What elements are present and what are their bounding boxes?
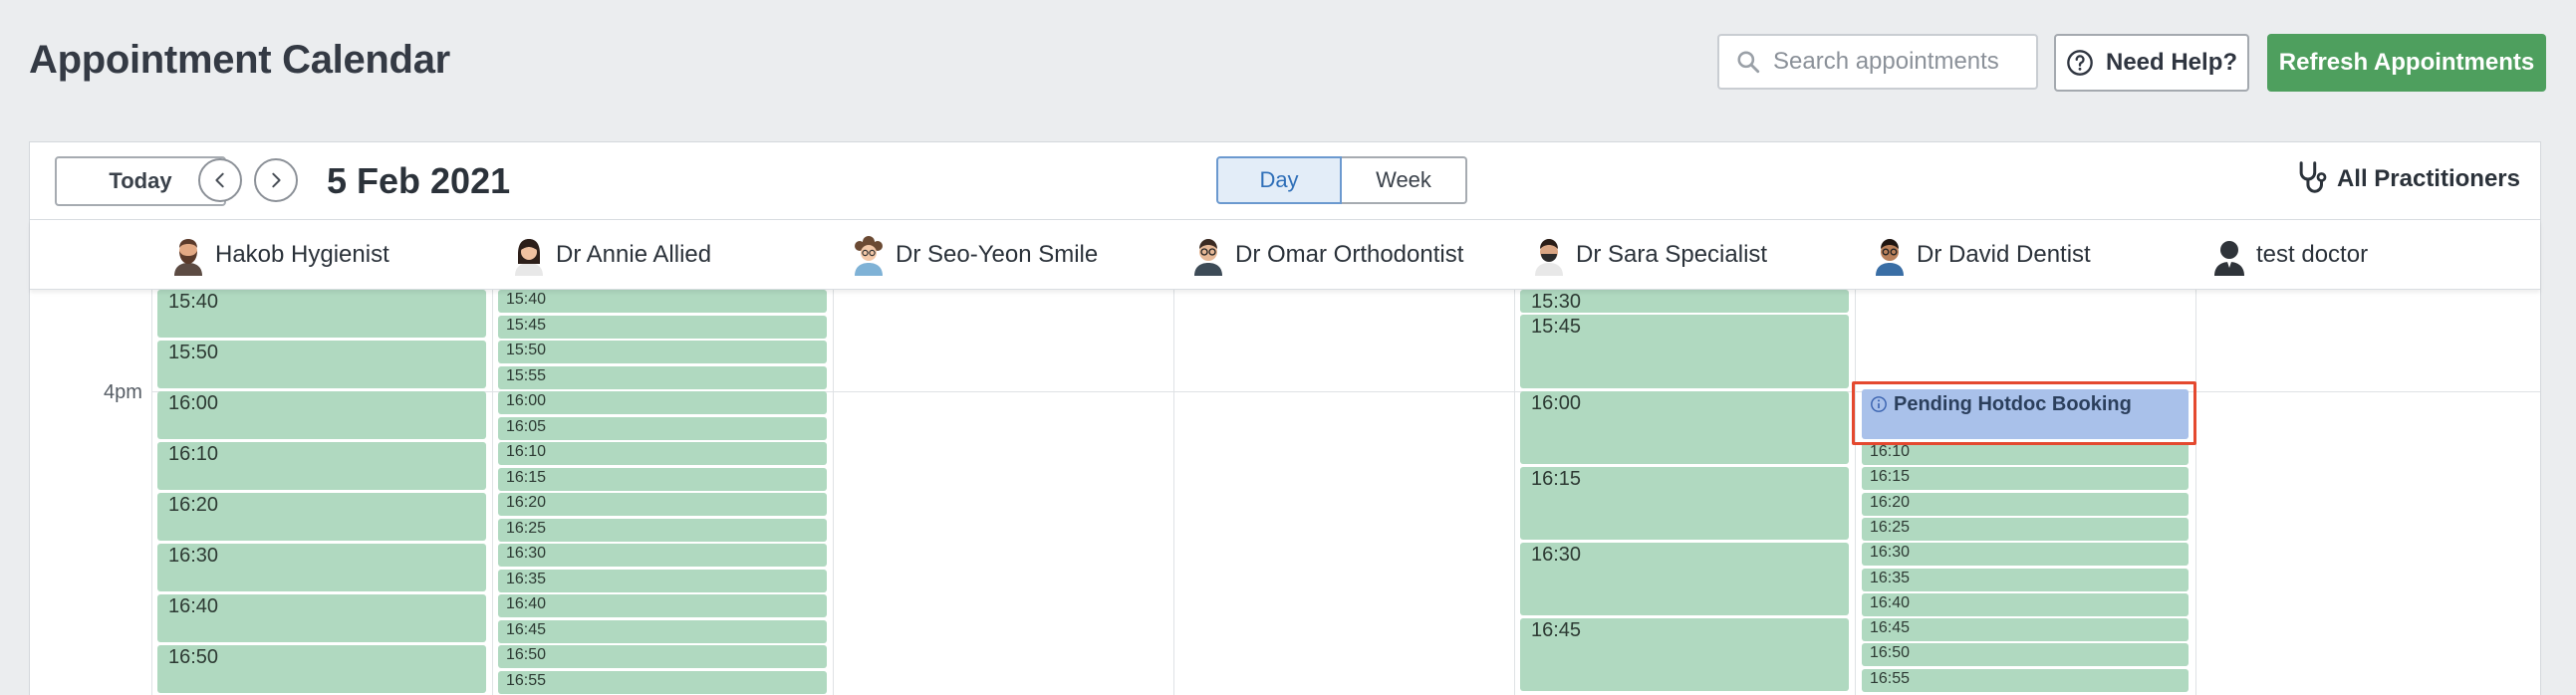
appointment-slot[interactable]: 15:50 [157, 341, 486, 388]
appointment-slot[interactable]: 16:30 [157, 544, 486, 591]
appointment-slot[interactable]: 16:05 [498, 416, 827, 440]
view-week-button[interactable]: Week [1342, 156, 1467, 204]
practitioner-name: Dr Seo-Yeon Smile [896, 241, 1099, 268]
practitioner-sara-specialist[interactable]: Dr Sara Specialist [1530, 220, 1767, 290]
appointment-slot[interactable]: 16:45 [1520, 618, 1849, 691]
appointment-slot[interactable]: 16:35 [498, 569, 827, 592]
avatar-woman-mask-icon [1535, 239, 1563, 276]
appointment-slot[interactable]: 15:45 [1520, 315, 1849, 388]
question-circle-icon [2067, 50, 2093, 76]
practitioner-david-dentist[interactable]: Dr David Dentist [1871, 220, 2091, 290]
avatar-bearded-man-icon [174, 239, 202, 276]
column-divider [1173, 290, 1174, 695]
avatar-placeholder-icon [2214, 241, 2244, 276]
appointment-slot[interactable]: 16:20 [157, 493, 486, 541]
appointment-slot[interactable]: 16:30 [498, 544, 827, 567]
hour-label-4pm: 4pm [104, 381, 142, 403]
column-divider [151, 290, 152, 695]
column-divider [1855, 290, 1856, 695]
view-toggle: Day Week [1216, 156, 1467, 204]
appointment-slot[interactable]: 16:55 [498, 670, 827, 694]
practitioner-name: Dr David Dentist [1917, 241, 2091, 268]
practitioner-filter-label: All Practitioners [2336, 165, 2520, 192]
appointment-slot[interactable]: 16:45 [498, 619, 827, 643]
calendar: Today 5 Feb 2021 Day Week All Practition… [29, 141, 2541, 695]
practitioner-name: Hakob Hygienist [215, 241, 389, 268]
previous-day-button[interactable] [198, 158, 242, 202]
calendar-toolbar: Today 5 Feb 2021 Day Week All Practition… [30, 142, 2540, 220]
view-day-button[interactable]: Day [1216, 156, 1342, 204]
appointment-slot[interactable]: 16:40 [157, 594, 486, 642]
appointment-slot[interactable]: 16:50 [1862, 643, 2189, 667]
appointment-slot[interactable]: 16:00 [1520, 391, 1849, 464]
appointment-slot[interactable]: 16:35 [1862, 568, 2189, 591]
practitioner-omar-orthodontist[interactable]: Dr Omar Orthodontist [1189, 220, 1463, 290]
need-help-label: Need Help? [2105, 49, 2238, 76]
appointment-slot[interactable]: 16:20 [498, 493, 827, 516]
appointment-slot[interactable]: 16:15 [1862, 467, 2189, 491]
calendar-grid: 4pm 15:40 15:50 16:00 16:10 16:20 16:30 16:40 1… [30, 290, 2540, 695]
search-input[interactable] [1773, 48, 2032, 76]
appointment-slot[interactable]: 16:30 [1862, 543, 2189, 567]
chevron-left-icon [215, 172, 224, 188]
page-title: Appointment Calendar [29, 38, 450, 82]
appointment-slot[interactable]: 15:50 [498, 341, 827, 363]
column-divider [2195, 290, 2196, 695]
appointment-slot[interactable]: 16:55 [1862, 668, 2189, 692]
appointment-slot[interactable]: 16:50 [157, 645, 486, 693]
search-box[interactable] [1717, 34, 2038, 90]
appointment-slot[interactable]: 16:20 [1862, 492, 2189, 516]
next-day-button[interactable] [254, 158, 298, 202]
appointment-slot[interactable]: 16:10 [498, 442, 827, 465]
appointment-slot[interactable]: 16:45 [1862, 618, 2189, 642]
appointment-slot[interactable]: 16:00 [157, 391, 486, 439]
practitioner-seo-yeon-smile[interactable]: Dr Seo-Yeon Smile [850, 220, 1098, 290]
search-icon [1737, 51, 1760, 74]
appointment-slot[interactable]: 16:40 [1862, 592, 2189, 616]
practitioner-hakob-hygienist[interactable]: Hakob Hygienist [169, 220, 389, 290]
appointment-slot[interactable]: 15:40 [157, 290, 486, 338]
appointment-slot[interactable]: 16:40 [498, 594, 827, 617]
appointment-slot[interactable]: 16:00 [498, 391, 827, 414]
appointment-slot[interactable]: 15:40 [498, 290, 827, 313]
practitioner-annie-allied[interactable]: Dr Annie Allied [510, 220, 711, 290]
avatar-curly-hair-woman-icon [855, 236, 883, 276]
appointment-slot[interactable]: 16:30 [1520, 543, 1849, 615]
practitioner-header-row: Hakob Hygienist Dr Annie Allied Dr Seo-Y… [30, 220, 2540, 290]
appointment-slot[interactable]: 16:10 [1862, 442, 2189, 465]
appointment-slot[interactable]: 15:55 [498, 365, 827, 389]
refresh-appointments-button[interactable]: Refresh Appointments [2267, 34, 2546, 92]
appointment-slot[interactable]: 16:15 [498, 467, 827, 491]
appointment-slot[interactable]: 16:15 [1520, 467, 1849, 540]
stethoscope-icon [2299, 161, 2327, 193]
need-help-button[interactable]: Need Help? [2054, 34, 2249, 92]
practitioner-filter[interactable]: All Practitioners [2295, 160, 2520, 198]
practitioner-name: Dr Omar Orthodontist [1235, 241, 1464, 268]
practitioner-name: Dr Annie Allied [556, 241, 712, 268]
highlight-box [1852, 381, 2196, 445]
current-date: 5 Feb 2021 [327, 160, 511, 201]
practitioner-name: Dr Sara Specialist [1576, 241, 1768, 268]
appointment-slot[interactable]: 15:30 [1520, 290, 1849, 313]
avatar-man-glasses-icon [1194, 239, 1222, 276]
appointment-slot[interactable]: 16:10 [157, 442, 486, 490]
column-divider [1514, 290, 1515, 695]
appointment-slot[interactable]: 16:25 [1862, 517, 2189, 541]
appointment-slot[interactable]: 16:25 [498, 518, 827, 542]
avatar-woman-icon [515, 239, 543, 276]
avatar-man-icon [1876, 239, 1904, 276]
practitioner-name: test doctor [2256, 241, 2369, 268]
chevron-right-icon [272, 172, 281, 188]
column-divider [492, 290, 493, 695]
appointment-slot[interactable]: 15:45 [498, 315, 827, 339]
column-divider [833, 290, 834, 695]
appointment-slot[interactable]: 16:50 [498, 645, 827, 668]
practitioner-test-doctor[interactable]: test doctor [2210, 220, 2368, 290]
